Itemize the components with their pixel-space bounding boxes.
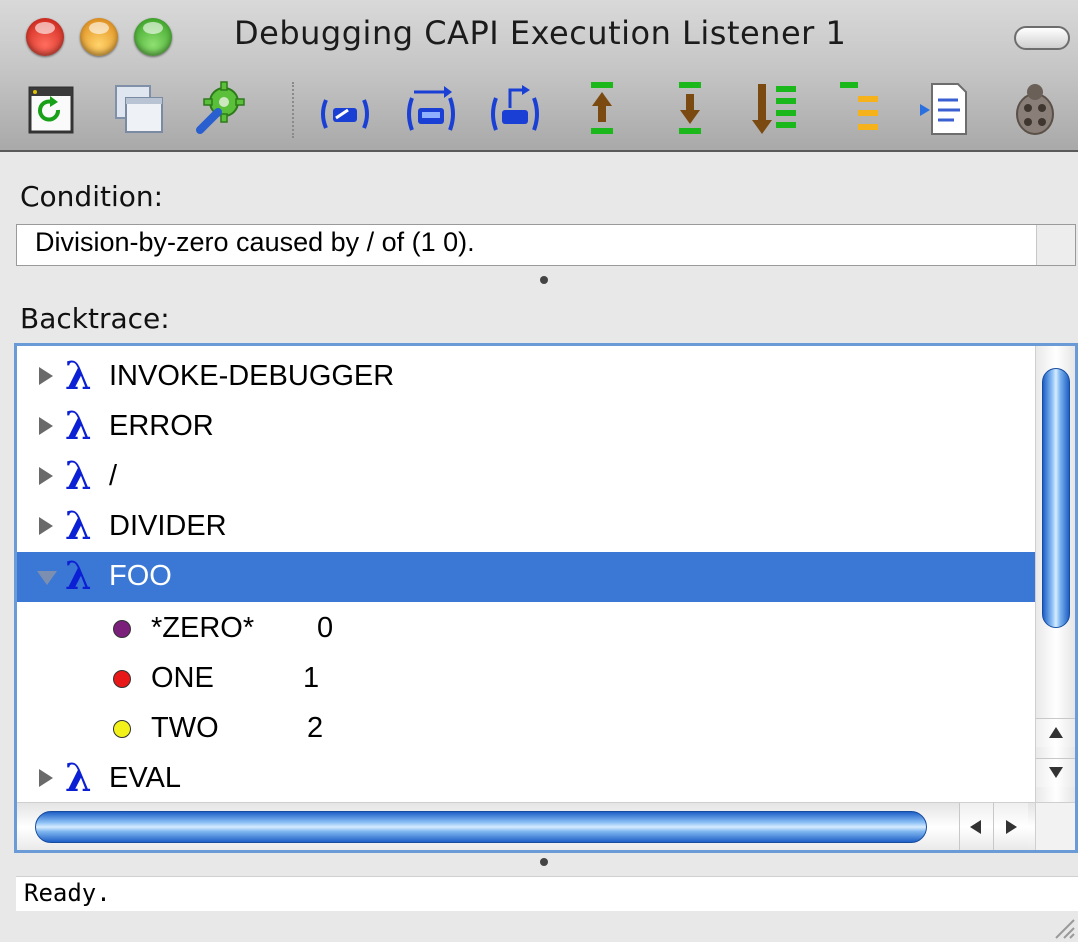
variable-row[interactable]: ONE 1 [17, 654, 1035, 704]
lambda-icon: λ [65, 553, 92, 598]
backtrace-label: Backtrace: [20, 302, 170, 335]
condition-field[interactable]: Division-by-zero caused by / of (1 0). [16, 224, 1076, 266]
scroll-down-button[interactable] [1036, 758, 1075, 787]
top-frame-button[interactable] [834, 80, 888, 138]
lambda-icon: λ [65, 755, 92, 800]
return-from-frame-button[interactable] [404, 80, 458, 138]
frame-row[interactable]: λ EVAL [17, 754, 1035, 802]
scrollbar-corner [1035, 802, 1075, 850]
arrow-left-icon [970, 820, 981, 834]
top-frame-icon [840, 82, 878, 130]
frame-row[interactable]: λ DIVIDER [17, 502, 1035, 552]
arrow-down-icon [1049, 767, 1063, 778]
disclosure-triangle-icon[interactable] [39, 367, 53, 385]
close-button[interactable] [26, 18, 64, 56]
frame-name: ERROR [109, 410, 214, 442]
edit-frame-button[interactable] [918, 80, 972, 138]
horizontal-scroll-thumb[interactable] [35, 811, 927, 843]
splitter-handle[interactable] [540, 276, 548, 284]
arrow-up-icon [1049, 727, 1063, 738]
disclosure-triangle-icon[interactable] [39, 769, 53, 787]
resize-grip-icon[interactable] [1048, 912, 1076, 940]
lambda-icon: λ [65, 503, 92, 548]
ladybug-icon [1016, 84, 1054, 135]
window-title: Debugging CAPI Execution Listener 1 [234, 14, 847, 52]
variable-dot-icon [113, 670, 131, 688]
variable-row[interactable]: *ZERO* 0 [17, 604, 1035, 654]
return-from-frame-icon [407, 86, 455, 131]
tools-button[interactable] [194, 80, 248, 138]
vertical-scrollbar[interactable] [1035, 346, 1075, 802]
horizontal-scrollbar[interactable] [17, 802, 1035, 850]
variable-value: 2 [307, 712, 324, 744]
title-toolbar: Debugging CAPI Execution Listener 1 [0, 0, 1078, 152]
arrow-up-frame-icon [591, 82, 613, 134]
variable-value: 0 [317, 612, 334, 644]
lambda-icon: λ [65, 403, 92, 448]
variable-row[interactable]: TWO 2 [17, 704, 1035, 754]
frame-name: FOO [109, 560, 172, 592]
frame-name: / [109, 460, 118, 492]
down-frame-button[interactable] [664, 80, 718, 138]
status-bar: Ready. [16, 876, 1078, 911]
condition-text: Division-by-zero caused by / of (1 0). [35, 227, 475, 257]
arrow-right-icon [1006, 820, 1017, 834]
refresh-icon [28, 86, 74, 134]
scroll-up-button[interactable] [1036, 718, 1075, 747]
bottom-frame-icon [752, 84, 796, 134]
arrow-down-frame-icon [679, 82, 701, 134]
disclosure-triangle-icon[interactable] [39, 417, 53, 435]
splitter-handle[interactable] [540, 858, 548, 866]
lambda-icon: λ [65, 453, 92, 498]
disclosure-triangle-open-icon[interactable] [37, 571, 57, 585]
toolbar-separator [292, 82, 294, 138]
frame-row[interactable]: λ / [17, 452, 1035, 502]
edit-document-icon [920, 83, 967, 135]
variable-name: *ZERO* [151, 612, 255, 644]
condition-scrollbar[interactable] [1036, 225, 1075, 265]
condition-label: Condition: [20, 180, 164, 213]
backtrace-tree[interactable]: λ INVOKE-DEBUGGER λ ERROR λ / λ DIVIDER … [14, 343, 1078, 853]
up-frame-button[interactable] [576, 80, 630, 138]
scroll-left-button[interactable] [959, 803, 994, 850]
status-text: Ready. [24, 879, 111, 907]
disclosure-triangle-icon[interactable] [39, 467, 53, 485]
zoom-button[interactable] [134, 18, 172, 56]
toolbar-toggle-button[interactable] [1014, 26, 1070, 50]
bottom-frame-button[interactable] [748, 80, 802, 138]
disclosure-triangle-icon[interactable] [39, 517, 53, 535]
frame-row-selected[interactable]: λ FOO [17, 552, 1035, 602]
abort-button[interactable] [488, 80, 542, 138]
restart-frame-button[interactable] [318, 80, 372, 138]
windows-button[interactable] [112, 80, 166, 138]
scroll-right-button[interactable] [993, 803, 1028, 850]
abort-icon [491, 85, 539, 131]
frame-name: INVOKE-DEBUGGER [109, 360, 395, 392]
variable-dot-icon [113, 720, 131, 738]
variable-value: 1 [303, 662, 320, 694]
refresh-button[interactable] [24, 80, 78, 138]
backtrace-list: λ INVOKE-DEBUGGER λ ERROR λ / λ DIVIDER … [17, 346, 1035, 802]
debugger-window: Debugging CAPI Execution Listener 1 Cond… [0, 0, 1078, 942]
vertical-scroll-thumb[interactable] [1042, 368, 1070, 628]
gear-wrench-icon [196, 81, 245, 134]
lambda-icon: λ [65, 353, 92, 398]
windows-icon [115, 85, 163, 133]
restart-frame-icon [321, 99, 369, 129]
variable-name: ONE [151, 662, 214, 694]
variable-name: TWO [151, 712, 219, 744]
frame-name: DIVIDER [109, 510, 227, 542]
frame-row[interactable]: λ ERROR [17, 402, 1035, 452]
frame-name: EVAL [109, 762, 182, 794]
minimize-button[interactable] [80, 18, 118, 56]
variable-dot-icon [113, 620, 131, 638]
bug-button[interactable] [1008, 80, 1062, 138]
frame-row[interactable]: λ INVOKE-DEBUGGER [17, 352, 1035, 402]
